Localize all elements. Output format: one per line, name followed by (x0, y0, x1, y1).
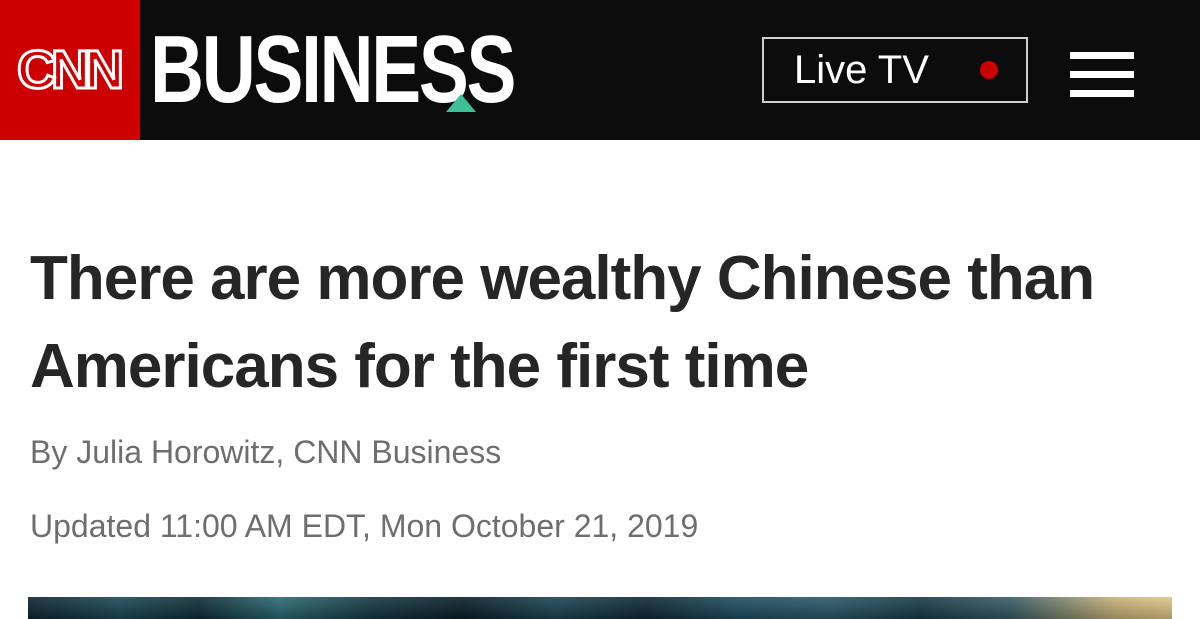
hamburger-menu-icon[interactable] (1070, 52, 1134, 98)
menu-bar (1070, 52, 1134, 59)
article-timestamp: Updated 11:00 AM EDT, Mon October 21, 20… (30, 508, 699, 544)
hero-image[interactable] (28, 597, 1172, 619)
live-tv-label: Live TV (794, 48, 929, 92)
cnn-logo[interactable]: CNN (0, 0, 140, 140)
menu-bar (1070, 90, 1134, 97)
live-tv-button[interactable]: Live TV (762, 37, 1028, 103)
live-indicator-dot-icon (980, 61, 998, 79)
menu-bar (1070, 71, 1134, 78)
article-byline: By Julia Horowitz, CNN Business (30, 434, 502, 470)
cnn-logo-text: CNN (16, 40, 126, 100)
article-page: CNN BUSINESS Live TV There are more weal… (0, 0, 1200, 619)
triangle-accent-icon (446, 94, 476, 112)
site-header: CNN BUSINESS Live TV (0, 0, 1200, 140)
article-headline: There are more wealthy Chinese than Amer… (30, 244, 1095, 401)
